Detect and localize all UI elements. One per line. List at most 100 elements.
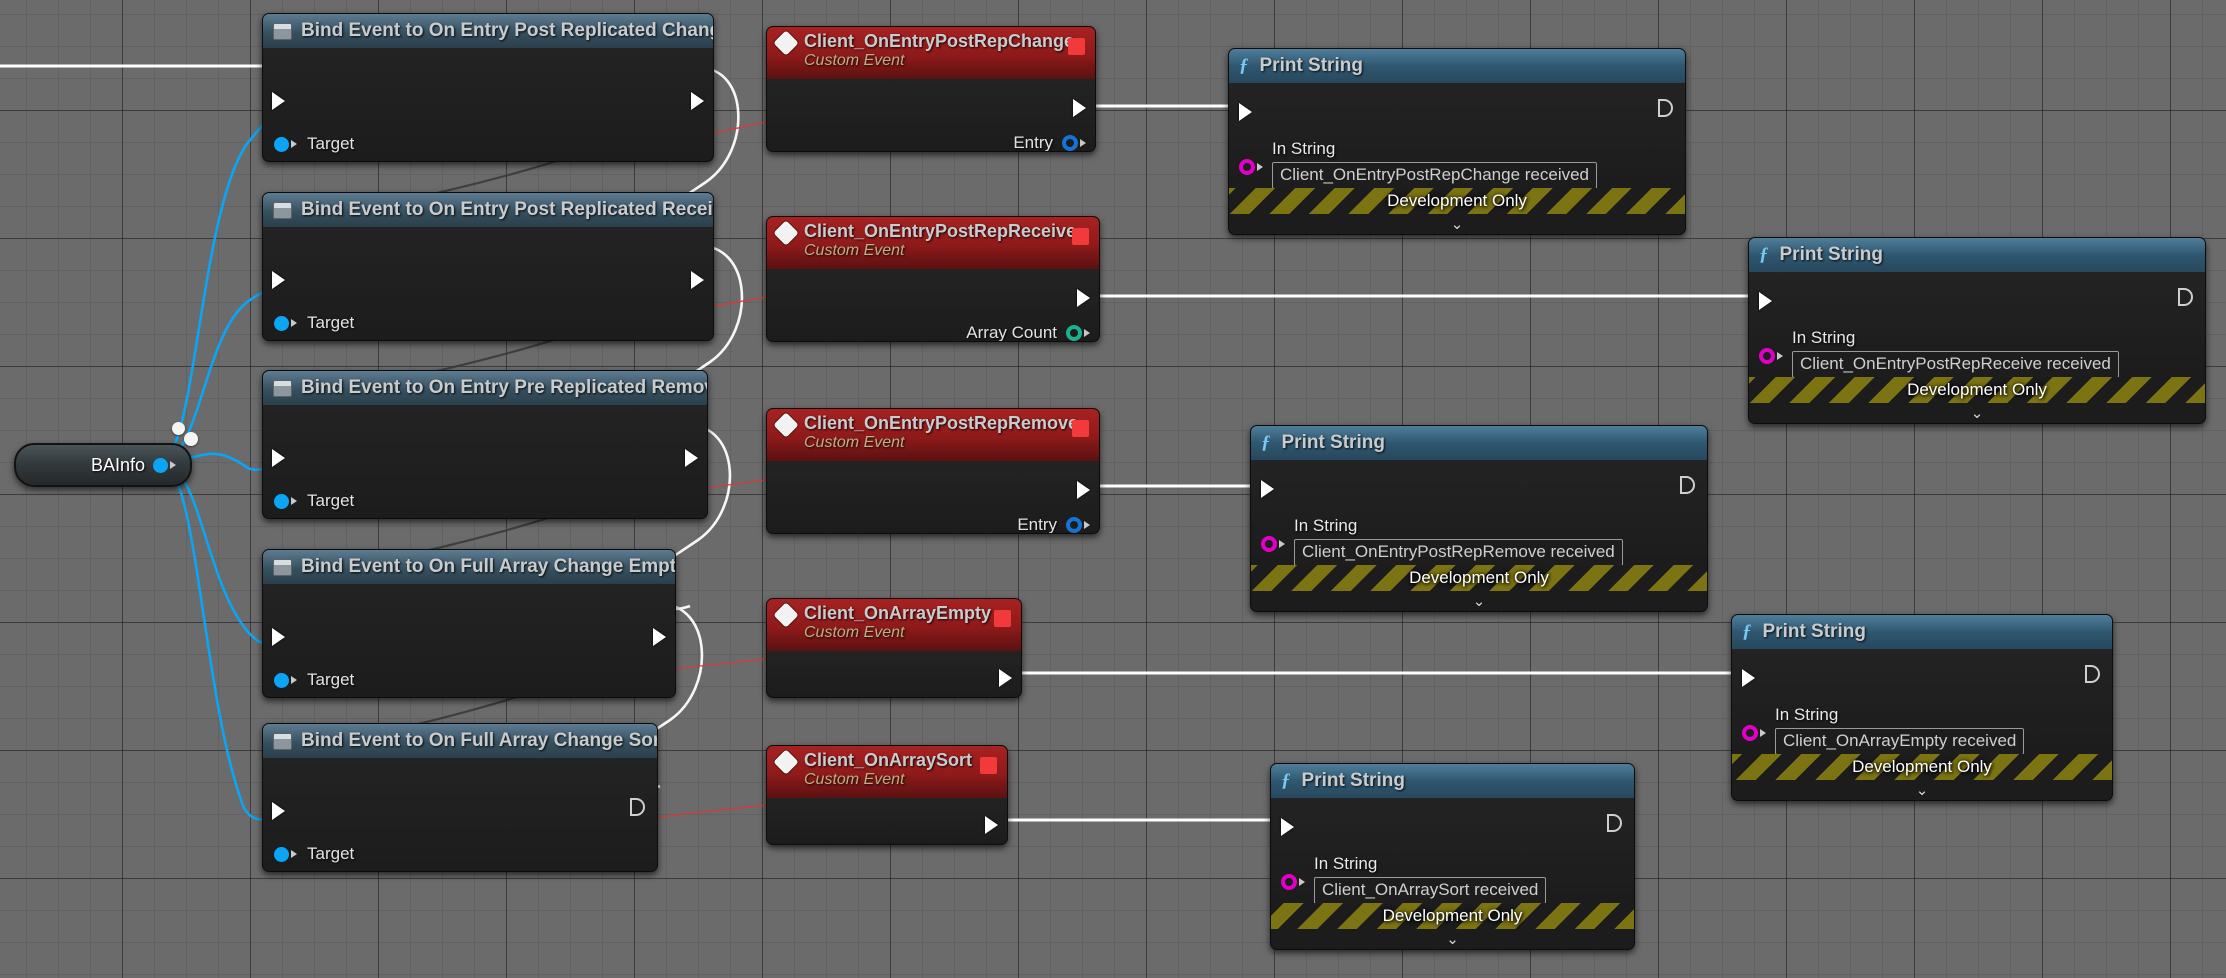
pin-arrow-icon xyxy=(1279,540,1285,548)
in-string-value-field[interactable]: Client_OnEntryPostRepChange received xyxy=(1272,162,1598,189)
exec-output-pin-unconnected[interactable] xyxy=(2178,288,2193,306)
node-custom-event-2[interactable]: Client_OnEntryPostRepReceive Custom Even… xyxy=(766,216,1100,342)
node-bind-event-5[interactable]: Bind Event to On Full Array Change Sort … xyxy=(262,723,658,872)
node-subtitle: Custom Event xyxy=(804,434,905,452)
node-print-string-3[interactable]: ƒ Print String In String Client_OnEntryP… xyxy=(1250,425,1708,612)
in-string-value-field[interactable]: Client_OnEntryPostRepRemove received xyxy=(1294,539,1623,566)
exec-input-pin[interactable] xyxy=(1742,669,1755,687)
pin-label-in-string: In String xyxy=(1272,139,1336,158)
exec-output-pin[interactable] xyxy=(985,816,998,834)
node-custom-event-4[interactable]: Client_OnArrayEmpty Custom Event xyxy=(766,598,1022,698)
array-count-output-pin[interactable] xyxy=(1066,325,1082,341)
exec-input-pin[interactable] xyxy=(1281,818,1294,836)
target-input-pin[interactable] xyxy=(274,672,289,688)
exec-output-pin[interactable] xyxy=(691,92,704,110)
node-print-string-5[interactable]: ƒ Print String In String Client_OnArrayS… xyxy=(1270,763,1635,950)
exec-input-pin[interactable] xyxy=(1239,103,1252,121)
function-icon: ƒ xyxy=(1281,770,1291,791)
node-subtitle: Custom Event xyxy=(804,624,905,642)
pin-row-entry[interactable]: Entry xyxy=(1017,511,1090,533)
custom-event-icon xyxy=(773,749,799,775)
exec-input-pin[interactable] xyxy=(272,271,285,289)
exec-output-pin-unconnected[interactable] xyxy=(1607,814,1622,832)
pin-row-entry[interactable]: Entry xyxy=(1013,129,1086,151)
development-only-bar: Development Only xyxy=(1732,754,2112,780)
node-custom-event-3[interactable]: Client_OnEntryPostRepRemove Custom Event… xyxy=(766,408,1100,534)
node-bind-event-4[interactable]: Bind Event to On Full Array Change Empty… xyxy=(262,549,676,698)
in-string-input-pin[interactable] xyxy=(1239,159,1255,175)
pin-label-target: Target xyxy=(307,670,355,689)
delegate-output-pin[interactable] xyxy=(980,757,997,774)
node-print-string-4[interactable]: ƒ Print String In String Client_OnArrayE… xyxy=(1731,614,2113,801)
variable-node-bainfo[interactable]: BAInfo xyxy=(14,443,192,487)
exec-output-pin[interactable] xyxy=(653,628,666,646)
node-bind-event-3[interactable]: Bind Event to On Entry Pre Replicated Re… xyxy=(262,370,708,519)
in-string-input-pin[interactable] xyxy=(1742,725,1758,741)
exec-output-pin[interactable] xyxy=(691,271,704,289)
target-input-pin[interactable] xyxy=(274,493,289,509)
pin-row-target[interactable]: Target xyxy=(274,487,354,515)
bind-event-icon xyxy=(273,558,292,576)
expand-node-chevron-icon[interactable]: ⌄ xyxy=(1229,214,1685,234)
pin-label-target: Target xyxy=(307,844,355,863)
exec-output-pin-unconnected[interactable] xyxy=(2085,665,2100,683)
object-output-pin[interactable] xyxy=(153,457,168,473)
expand-node-chevron-icon[interactable]: ⌄ xyxy=(1251,591,1707,611)
node-header: ƒ Print String xyxy=(1271,764,1634,798)
node-custom-event-1[interactable]: Client_OnEntryPostRepChange Custom Event… xyxy=(766,26,1096,152)
exec-input-pin[interactable] xyxy=(1759,292,1772,310)
in-string-value-field[interactable]: Client_OnEntryPostRepReceive received xyxy=(1792,351,2119,378)
in-string-value-field[interactable]: Client_OnArraySort received xyxy=(1314,877,1547,904)
pin-row-target[interactable]: Target xyxy=(274,130,354,158)
expand-node-chevron-icon[interactable]: ⌄ xyxy=(1732,780,2112,800)
exec-output-pin[interactable] xyxy=(1077,289,1090,307)
target-input-pin[interactable] xyxy=(274,315,289,331)
blueprint-event-graph[interactable]: BAInfo Bind Event to On Entry Post Repli… xyxy=(0,0,2226,978)
node-header: Client_OnArraySort Custom Event xyxy=(767,746,1007,798)
exec-output-pin[interactable] xyxy=(1073,99,1086,117)
delegate-output-pin[interactable] xyxy=(1068,38,1085,55)
exec-output-pin-unconnected[interactable] xyxy=(1680,476,1695,494)
entry-output-pin[interactable] xyxy=(1066,517,1082,533)
exec-output-pin[interactable] xyxy=(685,449,698,467)
node-title: Bind Event to On Full Array Change Empty xyxy=(301,556,676,577)
expand-node-chevron-icon[interactable]: ⌄ xyxy=(1749,403,2205,423)
node-body: Target Event xyxy=(263,758,657,871)
target-input-pin[interactable] xyxy=(274,136,289,152)
exec-input-pin[interactable] xyxy=(272,628,285,646)
pin-label-target: Target xyxy=(307,134,355,153)
exec-output-pin[interactable] xyxy=(1077,481,1090,499)
in-string-input-pin[interactable] xyxy=(1759,348,1775,364)
delegate-output-pin[interactable] xyxy=(994,610,1011,627)
exec-output-pin-unconnected[interactable] xyxy=(1658,99,1673,117)
exec-input-pin[interactable] xyxy=(272,449,285,467)
pin-arrow-icon xyxy=(1777,352,1783,360)
node-custom-event-5[interactable]: Client_OnArraySort Custom Event xyxy=(766,745,1008,845)
pin-row-target[interactable]: Target xyxy=(274,666,354,694)
development-only-label: Development Only xyxy=(1907,380,2047,399)
expand-node-chevron-icon[interactable]: ⌄ xyxy=(1271,929,1634,949)
node-subtitle: Custom Event xyxy=(804,52,905,70)
node-bind-event-1[interactable]: Bind Event to On Entry Post Replicated C… xyxy=(262,13,714,162)
in-string-value-field[interactable]: Client_OnArrayEmpty received xyxy=(1775,728,2025,755)
delegate-output-pin[interactable] xyxy=(1072,228,1089,245)
exec-input-pin[interactable] xyxy=(1261,480,1274,498)
node-print-string-1[interactable]: ƒ Print String In String Client_OnEntryP… xyxy=(1228,48,1686,235)
node-title: Bind Event to On Entry Post Replicated R… xyxy=(301,199,714,220)
target-input-pin[interactable] xyxy=(274,846,289,862)
pin-row-target[interactable]: Target xyxy=(274,309,354,337)
exec-input-pin[interactable] xyxy=(272,802,285,820)
node-bind-event-2[interactable]: Bind Event to On Entry Post Replicated R… xyxy=(262,192,714,341)
exec-input-pin[interactable] xyxy=(272,92,285,110)
pin-row-target[interactable]: Target xyxy=(274,840,354,868)
exec-output-pin-unconnected[interactable] xyxy=(630,798,645,816)
node-print-string-2[interactable]: ƒ Print String In String Client_OnEntryP… xyxy=(1748,237,2206,424)
pin-row-array-count[interactable]: Array Count xyxy=(966,319,1090,341)
in-string-input-pin[interactable] xyxy=(1281,874,1297,890)
entry-output-pin[interactable] xyxy=(1062,135,1078,151)
in-string-input-pin[interactable] xyxy=(1261,536,1277,552)
exec-output-pin[interactable] xyxy=(999,669,1012,687)
delegate-output-pin[interactable] xyxy=(1072,420,1089,437)
node-body: In String Client_OnArrayEmpty received xyxy=(1732,649,2112,755)
custom-event-icon xyxy=(773,220,799,246)
